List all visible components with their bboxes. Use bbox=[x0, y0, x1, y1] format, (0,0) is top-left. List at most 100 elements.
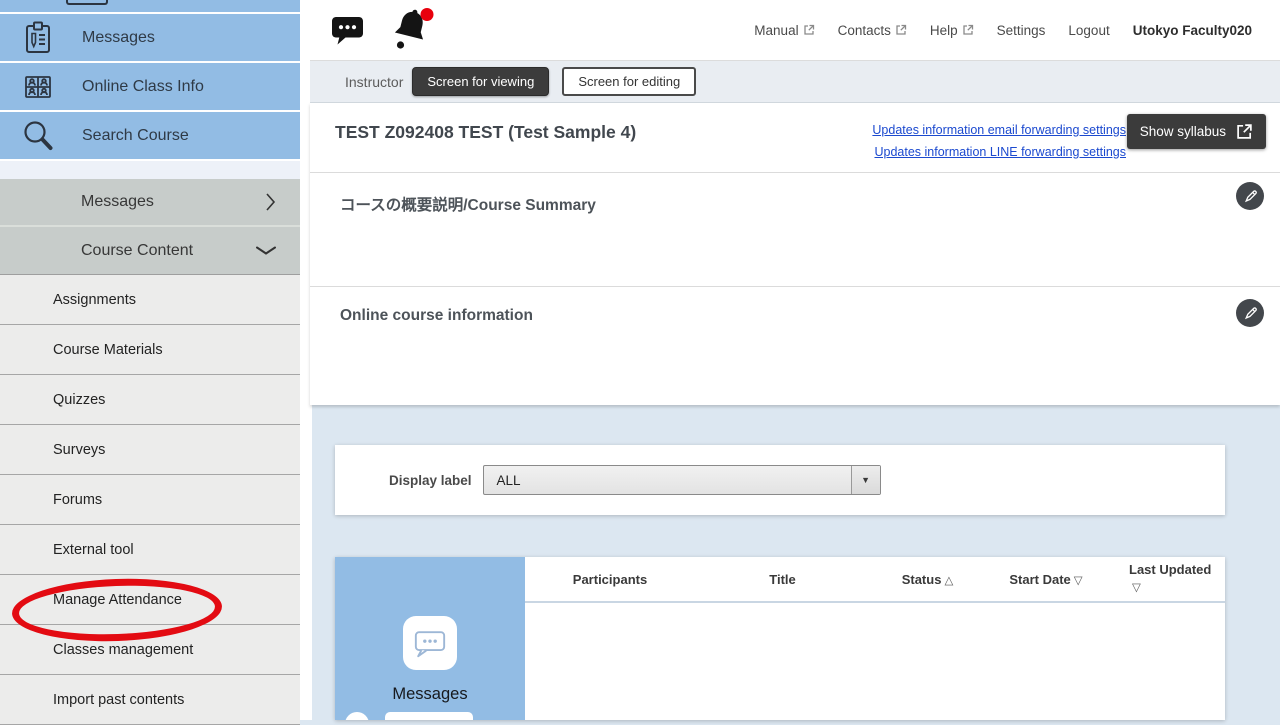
current-user: Utokyo Faculty020 bbox=[1133, 23, 1252, 38]
sort-asc-icon[interactable]: △ bbox=[944, 575, 953, 587]
forwarding-links: Updates information email forwarding set… bbox=[872, 119, 1126, 163]
column-label: Last Updated bbox=[1129, 562, 1211, 577]
messages-table: Participants Title Status△ Start Date ▽ L… bbox=[525, 557, 1225, 720]
sidebar-section-messages[interactable]: Messages bbox=[0, 179, 300, 227]
display-label-text: Display label bbox=[389, 473, 472, 488]
sidebar-item-label: Messages bbox=[82, 29, 155, 47]
table-header-row: Participants Title Status△ Start Date ▽ L… bbox=[525, 557, 1225, 603]
tile-label: Messages bbox=[335, 685, 525, 704]
topbar: Manual Contacts Help Settings Logout Uto… bbox=[300, 0, 1280, 60]
course-header: TEST Z092408 TEST (Test Sample 4) Update… bbox=[310, 103, 1280, 173]
menu-item-help[interactable]: Help bbox=[930, 23, 974, 38]
sidebar-item-label: Classes management bbox=[53, 642, 193, 658]
menu-item-logout[interactable]: Logout bbox=[1068, 23, 1109, 38]
sidebar-item-label: Manage Attendance bbox=[53, 592, 182, 608]
messages-board-card: Messages Participants Title Status△ Star… bbox=[335, 557, 1225, 720]
partial-icon bbox=[66, 0, 108, 5]
selected-option: ALL bbox=[497, 473, 521, 488]
sidebar-item-label: Forums bbox=[53, 492, 102, 508]
notification-dot bbox=[421, 8, 434, 21]
sidebar-spacer bbox=[0, 161, 300, 179]
column-label: Participants bbox=[573, 572, 647, 587]
chevron-down-icon bbox=[256, 246, 276, 255]
column-header-participants: Participants bbox=[525, 572, 695, 587]
chat-icon[interactable] bbox=[332, 17, 363, 45]
chevron-right-icon bbox=[266, 193, 276, 211]
sidebar-item-external-tool[interactable]: External tool bbox=[0, 525, 300, 575]
column-label: Start Date bbox=[1009, 572, 1070, 587]
external-link-icon bbox=[803, 24, 815, 36]
sidebar-item-partial[interactable] bbox=[0, 0, 300, 14]
sidebar-item-label: Course Materials bbox=[53, 342, 163, 358]
sidebar-item-label: Online Class Info bbox=[82, 78, 204, 96]
course-summary-title: コースの概要説明/Course Summary bbox=[340, 193, 596, 215]
class-grid-icon bbox=[21, 69, 55, 105]
edit-online-course-info-button[interactable] bbox=[1236, 299, 1264, 327]
sort-desc-icon[interactable]: ▽ bbox=[1132, 582, 1141, 594]
external-link-icon bbox=[895, 24, 907, 36]
edit-course-summary-button[interactable] bbox=[1236, 182, 1264, 210]
column-label: Status bbox=[902, 572, 942, 587]
menu-label: Manual bbox=[754, 23, 798, 38]
tab-screen-for-viewing[interactable]: Screen for viewing bbox=[412, 67, 549, 96]
external-link-icon bbox=[1236, 123, 1253, 140]
menu-label: Logout bbox=[1068, 23, 1109, 38]
show-syllabus-button[interactable]: Show syllabus bbox=[1127, 114, 1266, 149]
messages-category-tile[interactable]: Messages bbox=[335, 557, 525, 720]
sidebar-item-label: External tool bbox=[53, 542, 134, 558]
online-course-info-title: Online course information bbox=[340, 307, 533, 325]
sidebar-section-course-content[interactable]: Course Content bbox=[0, 227, 300, 275]
sidebar-item-search-course[interactable]: Search Course bbox=[0, 112, 300, 161]
sidebar-item-label: Surveys bbox=[53, 442, 105, 458]
display-label-card: Display label ALL ▼ bbox=[335, 445, 1225, 515]
sidebar-item-label: Assignments bbox=[53, 292, 136, 308]
menu-item-settings[interactable]: Settings bbox=[997, 23, 1046, 38]
sidebar-item-import-past-contents[interactable]: Import past contents bbox=[0, 675, 300, 725]
pencil-icon bbox=[1243, 306, 1258, 321]
column-header-last-updated[interactable]: Last Updated ▽ bbox=[1107, 561, 1225, 597]
view-tabbar: Instructor Screen for viewing Screen for… bbox=[310, 60, 1280, 103]
course-summary-section: コースの概要説明/Course Summary bbox=[310, 173, 1280, 287]
sidebar-item-forums[interactable]: Forums bbox=[0, 475, 300, 525]
sidebar-item-surveys[interactable]: Surveys bbox=[0, 425, 300, 475]
role-label: Instructor bbox=[345, 74, 403, 90]
search-icon bbox=[21, 118, 55, 154]
course-panel: TEST Z092408 TEST (Test Sample 4) Update… bbox=[310, 103, 1280, 405]
table-body-empty bbox=[525, 603, 1225, 720]
tab-screen-for-editing[interactable]: Screen for editing bbox=[562, 67, 696, 96]
column-label: Title bbox=[769, 572, 796, 587]
course-title: TEST Z092408 TEST (Test Sample 4) bbox=[335, 122, 636, 143]
tile-partial-circle bbox=[345, 712, 369, 720]
tile-partial-button bbox=[385, 712, 473, 720]
pencil-icon bbox=[1243, 189, 1258, 204]
display-label-select[interactable]: ALL ▼ bbox=[483, 465, 881, 495]
column-header-status[interactable]: Status△ bbox=[870, 572, 985, 587]
message-bubble-icon bbox=[403, 616, 457, 670]
menu-item-manual[interactable]: Manual bbox=[754, 23, 814, 38]
external-link-icon bbox=[962, 24, 974, 36]
sidebar-item-manage-attendance[interactable]: Manage Attendance bbox=[0, 575, 300, 625]
sidebar-item-quizzes[interactable]: Quizzes bbox=[0, 375, 300, 425]
sidebar-section-label: Course Content bbox=[81, 242, 193, 260]
bell-icon[interactable] bbox=[390, 6, 436, 52]
column-header-start-date[interactable]: Start Date ▽ bbox=[985, 572, 1107, 587]
column-header-title: Title bbox=[695, 572, 870, 587]
show-syllabus-label: Show syllabus bbox=[1140, 124, 1226, 139]
sidebar-section-label: Messages bbox=[81, 193, 154, 211]
menu-label: Contacts bbox=[838, 23, 891, 38]
sort-desc-icon[interactable]: ▽ bbox=[1074, 575, 1083, 587]
menu-item-contacts[interactable]: Contacts bbox=[838, 23, 907, 38]
sidebar-item-course-materials[interactable]: Course Materials bbox=[0, 325, 300, 375]
sidebar: Messages Online Class Info Searc bbox=[0, 0, 300, 720]
menu-label: Help bbox=[930, 23, 958, 38]
dropdown-arrow-icon: ▼ bbox=[851, 466, 880, 494]
email-forwarding-link[interactable]: Updates information email forwarding set… bbox=[872, 119, 1126, 141]
sidebar-item-assignments[interactable]: Assignments bbox=[0, 275, 300, 325]
line-forwarding-link[interactable]: Updates information LINE forwarding sett… bbox=[872, 141, 1126, 163]
sidebar-item-label: Import past contents bbox=[53, 692, 184, 708]
sidebar-item-online-class-info[interactable]: Online Class Info bbox=[0, 63, 300, 112]
online-course-info-section: Online course information bbox=[310, 287, 1280, 404]
sidebar-item-classes-management[interactable]: Classes management bbox=[0, 625, 300, 675]
sidebar-item-messages-top[interactable]: Messages bbox=[0, 14, 300, 63]
sidebar-item-label: Search Course bbox=[82, 127, 189, 145]
